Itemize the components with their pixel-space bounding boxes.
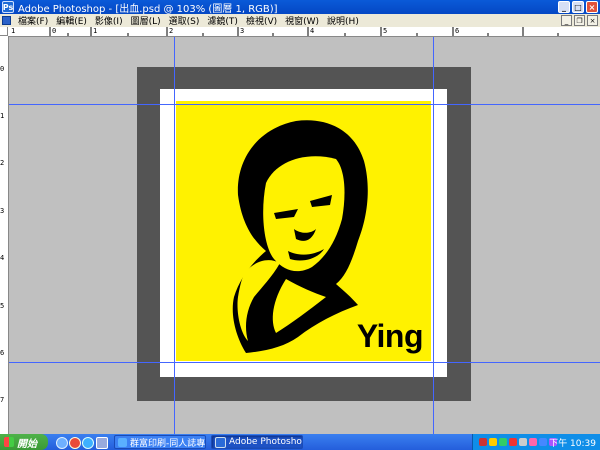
- ruler-label: 2: [0, 159, 5, 167]
- clock: 下午 10:39: [549, 439, 596, 449]
- menu-bar: 檔案(F) 編輯(E) 影像(I) 圖層(L) 選取(S) 濾鏡(T) 檢視(V…: [0, 14, 600, 27]
- system-tray: 下午 10:39: [472, 434, 600, 450]
- guide-vertical[interactable]: [433, 37, 434, 434]
- photoshop-icon[interactable]: Ps: [2, 1, 14, 13]
- guide-horizontal[interactable]: [9, 362, 600, 363]
- messenger-icon[interactable]: [529, 438, 537, 446]
- start-button[interactable]: 開始: [0, 434, 48, 450]
- chat-icon[interactable]: [499, 438, 507, 446]
- menu-filter[interactable]: 濾鏡(T): [203, 14, 242, 27]
- guide-horizontal[interactable]: [9, 104, 600, 105]
- horizontal-ruler[interactable]: 1 0 1 2 3 4 5 6: [8, 27, 600, 37]
- photoshop-icon: [215, 436, 226, 448]
- document-canvas[interactable]: Ying: [9, 37, 600, 434]
- minimize-button[interactable]: _: [558, 1, 570, 13]
- window-controls: _ □ ×: [558, 1, 598, 13]
- document-controls: _ ❐ ×: [561, 15, 598, 26]
- ruler-label: 0: [0, 65, 5, 73]
- doc-close-button[interactable]: ×: [587, 15, 598, 26]
- menu-help[interactable]: 說明(H): [323, 14, 363, 27]
- artwork-text: Ying: [356, 318, 424, 354]
- windows-logo-icon: [4, 437, 14, 447]
- menu-file[interactable]: 檔案(F): [14, 14, 52, 27]
- ie-icon[interactable]: [82, 437, 94, 449]
- ruler-corner[interactable]: [0, 27, 8, 36]
- menu-layer[interactable]: 圖層(L): [127, 14, 165, 27]
- shield-icon[interactable]: [489, 438, 497, 446]
- document-icon[interactable]: [2, 16, 11, 25]
- ruler-label: 3: [0, 207, 5, 215]
- doc-restore-button[interactable]: ❐: [574, 15, 585, 26]
- title-bar: Ps Adobe Photoshop - [出血.psd @ 103% (圖層 …: [0, 0, 600, 15]
- menu-view[interactable]: 檢視(V): [242, 14, 281, 27]
- close-button[interactable]: ×: [586, 1, 598, 13]
- menu-image[interactable]: 影像(I): [91, 14, 127, 27]
- ie-icon: [118, 437, 127, 447]
- menu-window[interactable]: 視窗(W): [281, 14, 323, 27]
- vertical-ruler[interactable]: 0 1 2 3 4 5 6 7: [0, 36, 9, 434]
- menu-select[interactable]: 選取(S): [165, 14, 204, 27]
- taskbar: 開始 群富印刷-同人誌專... Adobe Photoshop - [... 下…: [0, 434, 600, 450]
- ruler-label: 7: [0, 396, 5, 404]
- media-icon[interactable]: [69, 437, 81, 449]
- artwork: Ying: [176, 101, 431, 361]
- doc-minimize-button[interactable]: _: [561, 15, 572, 26]
- ruler-ticks: [49, 27, 559, 36]
- start-label: 開始: [17, 438, 37, 450]
- ruler-label: 5: [0, 302, 5, 310]
- taskbar-item-label: 群富印刷-同人誌專...: [130, 438, 206, 449]
- browser-icon[interactable]: [56, 437, 68, 449]
- taskbar-item-label: Adobe Photoshop - [...: [229, 437, 303, 447]
- update-icon[interactable]: [539, 438, 547, 446]
- maximize-button[interactable]: □: [572, 1, 584, 13]
- taskbar-item-photoshop[interactable]: Adobe Photoshop - [...: [211, 435, 303, 449]
- guide-vertical[interactable]: [174, 37, 175, 434]
- taskbar-item-browser[interactable]: 群富印刷-同人誌專...: [114, 435, 206, 449]
- volume-icon[interactable]: [519, 438, 527, 446]
- ruler-label: 4: [0, 254, 5, 262]
- window-title: Adobe Photoshop - [出血.psd @ 103% (圖層 1, …: [18, 3, 278, 15]
- more-icon[interactable]: [96, 437, 108, 449]
- antivirus-icon[interactable]: [509, 438, 517, 446]
- ruler-label: 1: [0, 112, 5, 120]
- ruler-label: 6: [0, 349, 5, 357]
- menu-edit[interactable]: 編輯(E): [52, 14, 91, 27]
- network-icon[interactable]: [479, 438, 487, 446]
